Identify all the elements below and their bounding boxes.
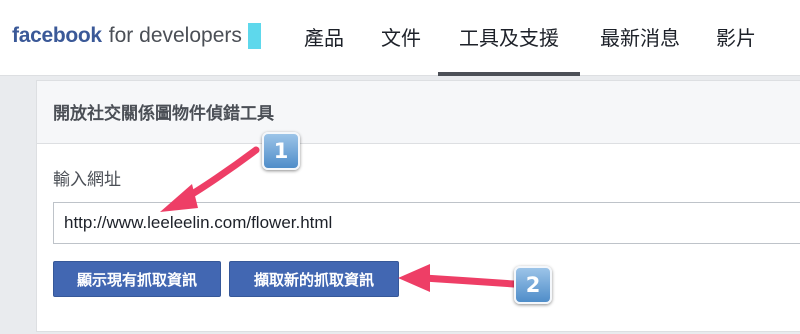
- nav-docs[interactable]: 文件: [378, 0, 424, 76]
- step-1-callout: 1: [262, 132, 300, 170]
- nav-videos[interactable]: 影片: [714, 0, 758, 76]
- url-field-label: 輸入網址: [53, 170, 121, 190]
- nav-products[interactable]: 產品: [300, 0, 348, 76]
- nav-tools-support[interactable]: 工具及支援: [438, 0, 580, 76]
- url-input[interactable]: http://www.leeleelin.com/flower.html: [53, 202, 800, 244]
- step-2-callout: 2: [514, 266, 552, 304]
- facebook-for-developers-logo[interactable]: facebook for developers: [12, 22, 261, 50]
- fetch-new-scrape-button[interactable]: 擷取新的抓取資訊: [229, 261, 399, 297]
- nav-news[interactable]: 最新消息: [594, 0, 686, 76]
- text-cursor-highlight: [247, 23, 261, 49]
- panel-header: 開放社交關係圖物件偵錯工具: [37, 81, 800, 144]
- sharing-debugger-panel: 開放社交關係圖物件偵錯工具 輸入網址 http://www.leeleelin.…: [36, 80, 800, 332]
- panel-title: 開放社交關係圖物件偵錯工具: [53, 104, 274, 124]
- for-developers-text: for developers: [108, 24, 242, 47]
- show-existing-scrape-button[interactable]: 顯示現有抓取資訊: [53, 261, 221, 297]
- top-nav-bar: facebook for developers 產品 文件 工具及支援 最新消息…: [0, 0, 800, 76]
- facebook-wordmark: facebook: [12, 24, 102, 47]
